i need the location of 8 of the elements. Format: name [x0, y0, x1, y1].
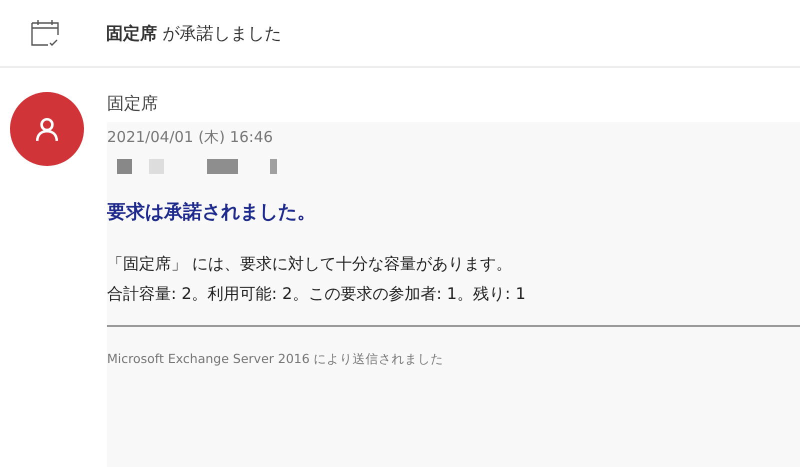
person-icon — [34, 116, 60, 142]
message-date: 2021/04/01 (木) 16:46 — [107, 128, 274, 147]
header-title: 固定席 が承諾しました — [106, 22, 282, 44]
sender-name: 固定席 — [107, 93, 159, 116]
message-text: 「固定席」 には、要求に対して十分な容量があります。 — [107, 253, 514, 275]
footer-note: Microsoft Exchange Server 2016 により送信されました — [107, 351, 445, 368]
message-text: 合計容量: 2。利用可能: 2。この要求の参加者: 1。残り: 1 — [107, 283, 527, 305]
message-title: 要求は承諾されました。 — [107, 200, 317, 225]
